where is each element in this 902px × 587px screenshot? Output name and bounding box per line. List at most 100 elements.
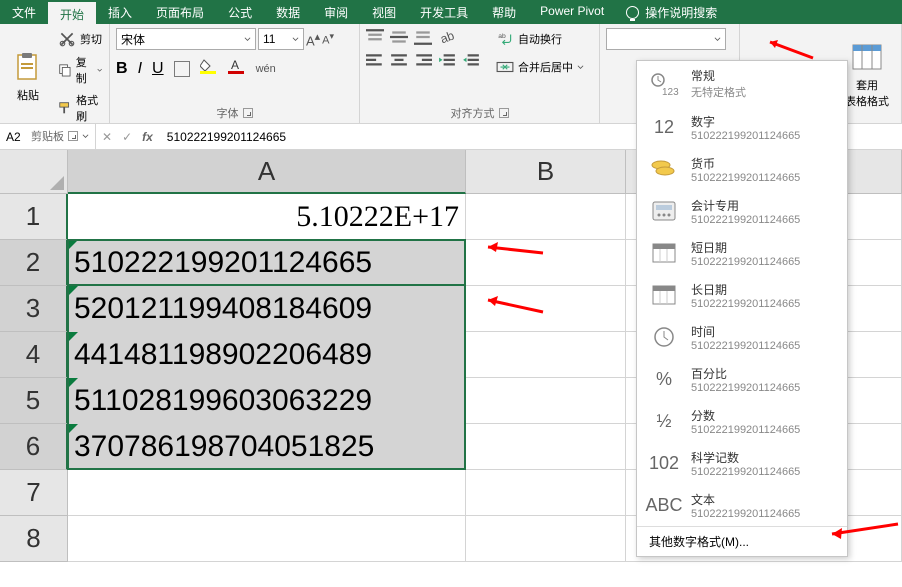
group-font: 宋体 11 A▴ A▾ B I U A wén 字体 — [110, 24, 360, 123]
tab-data[interactable]: 数据 — [264, 0, 312, 24]
tab-developer[interactable]: 开发工具 — [408, 0, 480, 24]
dialog-launcher-icon[interactable] — [68, 131, 78, 141]
format-sample: 510222199201124665 — [691, 256, 800, 268]
tab-home[interactable]: 开始 — [48, 0, 96, 24]
format-sample: 510222199201124665 — [691, 340, 800, 352]
tab-powerpivot[interactable]: Power Pivot — [528, 0, 616, 24]
format-option-long-date[interactable]: 长日期510222199201124665 — [637, 274, 847, 316]
row-header-8[interactable]: 8 — [0, 516, 68, 562]
more-formats-label: 其他数字格式(M)... — [649, 535, 749, 549]
format-option-percent[interactable]: %百分比510222199201124665 — [637, 358, 847, 400]
cancel-formula-button[interactable]: ✕ — [102, 130, 112, 144]
cell-a3[interactable]: 520121199408184609 — [68, 286, 466, 332]
orientation-icon[interactable]: ab — [438, 28, 456, 46]
svg-text:A: A — [231, 58, 239, 72]
italic-button[interactable]: I — [138, 60, 142, 78]
tell-me[interactable]: 操作说明搜索 — [616, 0, 727, 24]
cell-b2[interactable] — [466, 240, 626, 286]
format-option-time[interactable]: 时间510222199201124665 — [637, 316, 847, 358]
merge-icon — [496, 58, 514, 76]
cell-a4[interactable]: 441481198902206489 — [68, 332, 466, 378]
align-bottom-icon[interactable] — [414, 28, 432, 46]
phonetic-button[interactable]: wén — [256, 63, 276, 75]
col-header-b[interactable]: B — [466, 150, 626, 194]
col-header-a[interactable]: A — [68, 150, 466, 194]
decrease-indent-icon[interactable] — [438, 52, 456, 70]
row-header-2[interactable]: 2 — [0, 240, 68, 286]
format-option-currency[interactable]: 货币510222199201124665 — [637, 148, 847, 190]
align-middle-icon[interactable] — [390, 28, 408, 46]
format-option-number[interactable]: 12数字510222199201124665 — [637, 106, 847, 148]
cell-b3[interactable] — [466, 286, 626, 332]
cut-button[interactable]: 剪切 — [54, 28, 106, 50]
cell-a8[interactable] — [68, 516, 466, 562]
copy-button[interactable]: 复制 — [54, 52, 106, 88]
cell-b4[interactable] — [466, 332, 626, 378]
row-header-3[interactable]: 3 — [0, 286, 68, 332]
tell-me-label: 操作说明搜索 — [645, 4, 717, 21]
format-option-general[interactable]: 123常规无特定格式 — [637, 61, 847, 106]
align-left-icon[interactable] — [366, 52, 384, 70]
paste-button[interactable]: 粘贴 — [6, 28, 50, 126]
name-box[interactable]: A2 — [0, 124, 96, 149]
bold-button[interactable]: B — [116, 60, 128, 78]
tab-review[interactable]: 审阅 — [312, 0, 360, 24]
cell-a5[interactable]: 511028199603063229 — [68, 378, 466, 424]
font-size-combo[interactable]: 11 — [258, 28, 304, 50]
accept-formula-button[interactable]: ✓ — [122, 130, 132, 144]
format-option-accounting[interactable]: 会计专用510222199201124665 — [637, 190, 847, 232]
table-format-icon — [851, 41, 883, 73]
insert-function-button[interactable]: fx — [142, 130, 153, 144]
format-option-scientific[interactable]: 102科学记数510222199201124665 — [637, 442, 847, 484]
more-number-formats[interactable]: 其他数字格式(M)... — [637, 526, 847, 556]
row-header-5[interactable]: 5 — [0, 378, 68, 424]
cell-a7[interactable] — [68, 470, 466, 516]
wrap-text-button[interactable]: ab 自动换行 — [492, 28, 588, 50]
fill-color-button[interactable] — [200, 58, 218, 79]
group-clipboard: 粘贴 剪切 复制 格式刷 剪贴板 — [0, 24, 110, 123]
format-painter-button[interactable]: 格式刷 — [54, 90, 106, 126]
row-header-6[interactable]: 6 — [0, 424, 68, 470]
format-name: 常规 — [691, 67, 746, 84]
select-all-corner[interactable] — [0, 150, 68, 194]
decrease-font-icon[interactable]: A▾ — [322, 31, 334, 47]
cell-b5[interactable] — [466, 378, 626, 424]
format-option-text[interactable]: ABC文本510222199201124665 — [637, 484, 847, 526]
border-button[interactable] — [174, 61, 190, 77]
format-option-fraction[interactable]: ½分数510222199201124665 — [637, 400, 847, 442]
cell-b7[interactable] — [466, 470, 626, 516]
cell-a2[interactable]: 510222199201124665 — [68, 240, 466, 286]
align-center-icon[interactable] — [390, 52, 408, 70]
increase-indent-icon[interactable] — [462, 52, 480, 70]
tab-formulas[interactable]: 公式 — [216, 0, 264, 24]
tab-help[interactable]: 帮助 — [480, 0, 528, 24]
cell-b6[interactable] — [466, 424, 626, 470]
format-option-short-date[interactable]: 短日期510222199201124665 — [637, 232, 847, 274]
cell-b8[interactable] — [466, 516, 626, 562]
underline-button[interactable]: U — [152, 60, 164, 78]
paste-label: 粘贴 — [17, 87, 39, 103]
align-right-icon[interactable] — [414, 52, 432, 70]
tab-page-layout[interactable]: 页面布局 — [144, 0, 216, 24]
increase-font-icon[interactable]: A▴ — [306, 30, 320, 48]
font-name-combo[interactable]: 宋体 — [116, 28, 256, 50]
align-top-icon[interactable] — [366, 28, 384, 46]
tab-insert[interactable]: 插入 — [96, 0, 144, 24]
number-format-combo[interactable] — [606, 28, 726, 50]
cell-a1[interactable]: 5.10222E+17 — [68, 194, 466, 240]
row-header-4[interactable]: 4 — [0, 332, 68, 378]
tab-file[interactable]: 文件 — [0, 0, 48, 24]
font-color-button[interactable]: A — [228, 58, 246, 79]
cell-value: 520121199408184609 — [74, 292, 372, 326]
dialog-launcher-icon[interactable] — [499, 108, 509, 118]
short-date-icon — [647, 238, 681, 268]
paste-icon — [12, 51, 44, 83]
tab-view[interactable]: 视图 — [360, 0, 408, 24]
cell-b1[interactable] — [466, 194, 626, 240]
cell-a6[interactable]: 370786198704051825 — [68, 424, 466, 470]
dialog-launcher-icon[interactable] — [243, 108, 253, 118]
row-header-7[interactable]: 7 — [0, 470, 68, 516]
merge-center-button[interactable]: 合并后居中 — [492, 56, 588, 78]
row-header-1[interactable]: 1 — [0, 194, 68, 240]
svg-text:ab: ab — [438, 28, 456, 46]
